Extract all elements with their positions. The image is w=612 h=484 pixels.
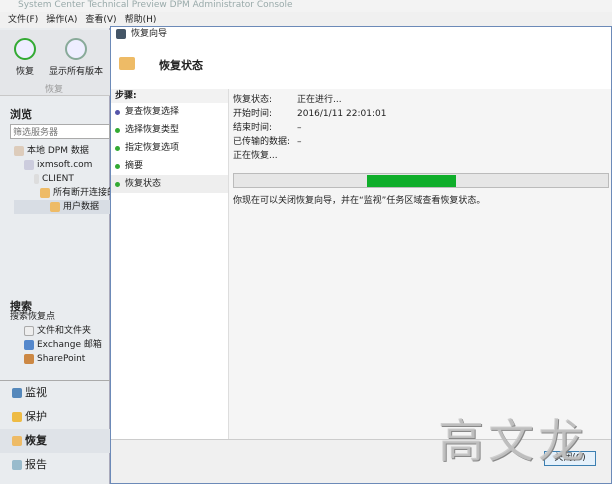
- field-label: 开始时间:: [233, 109, 273, 119]
- filter-servers-input[interactable]: [10, 124, 110, 139]
- nav-monitoring[interactable]: 监视: [0, 381, 110, 405]
- field-value: –: [297, 123, 302, 133]
- step-bullet-icon: [115, 128, 120, 133]
- exchange-icon: [24, 339, 34, 350]
- nav-reporting[interactable]: 报告: [0, 453, 110, 477]
- search-item-label: Exchange 邮箱: [37, 340, 102, 350]
- tree-item-selected[interactable]: 用户数据: [14, 200, 110, 214]
- step-bullet-icon: [115, 182, 120, 187]
- server-tree: 本地 DPM 数据 ixmsoft.com CLIENT 所有断开连接的 用户数…: [14, 144, 110, 214]
- show-all-versions-label: 显示所有版本: [48, 67, 103, 77]
- step-item: 选择恢复类型: [111, 121, 228, 139]
- field-label: 恢复状态:: [233, 95, 273, 105]
- nav-protection[interactable]: 保护: [0, 405, 110, 429]
- nav-recovery[interactable]: 恢复: [0, 429, 110, 453]
- recover-label: 恢复: [15, 67, 34, 77]
- folder-icon: [12, 436, 22, 446]
- report-icon: [12, 460, 22, 470]
- step-bullet-icon: [115, 146, 120, 151]
- steps-pane: 步骤: 复查恢复选择 选择恢复类型 指定恢复选项 摘要 恢复状态: [111, 89, 229, 469]
- folder-icon: [40, 187, 50, 198]
- tree-label: 本地 DPM 数据: [27, 146, 89, 156]
- steps-title: 步骤:: [111, 89, 228, 103]
- nav-label: 报告: [25, 458, 47, 471]
- lock-icon: [12, 412, 22, 422]
- dialog-title-text: 恢复向导: [131, 29, 168, 39]
- field-data-transferred: 已传输的数据: –: [233, 135, 603, 149]
- step-label: 摘要: [125, 161, 144, 171]
- ribbon-group-label: 恢复: [45, 85, 64, 95]
- window-title: System Center Technical Preview DPM Admi…: [0, 0, 612, 12]
- nav-label: 保护: [25, 410, 47, 423]
- server-icon: [14, 145, 24, 156]
- dialog-title: 恢复向导: [111, 27, 611, 41]
- field-value: 正在进行...: [297, 95, 342, 105]
- nav-label: 监视: [25, 386, 47, 399]
- recover-icon: [14, 38, 36, 60]
- field-value: 2016/1/11 22:01:01: [297, 109, 387, 119]
- field-status: 恢复状态: 正在进行...: [233, 93, 603, 107]
- tree-item[interactable]: 本地 DPM 数据: [14, 144, 110, 158]
- dpm-icon: [116, 29, 126, 39]
- file-icon: [24, 325, 34, 336]
- step-bullet-icon: [115, 110, 120, 115]
- computer-icon: [34, 173, 39, 184]
- ribbon: 恢复 显示所有版本 恢复: [0, 30, 110, 96]
- browse-title: 浏览: [10, 108, 32, 121]
- sharepoint-icon: [24, 353, 34, 364]
- show-all-versions-button[interactable]: 显示所有版本: [44, 38, 108, 77]
- search-sharepoint[interactable]: SharePoint: [10, 352, 102, 366]
- step-bullet-icon: [115, 164, 120, 169]
- search-item-label: SharePoint: [37, 354, 86, 364]
- step-item: 指定恢复选项: [111, 139, 228, 157]
- field-label: 结束时间:: [233, 123, 273, 133]
- domain-icon: [24, 159, 34, 170]
- tree-label: 所有断开连接的: [53, 188, 110, 198]
- monitor-icon: [12, 388, 22, 398]
- step-item: 复查恢复选择: [111, 103, 228, 121]
- search-root[interactable]: 搜索恢复点: [10, 310, 102, 324]
- folder-icon: [50, 201, 60, 212]
- watermark: 高文龙: [438, 414, 588, 468]
- tree-label: CLIENT: [42, 174, 74, 184]
- progress-label: 正在恢复...: [233, 151, 278, 161]
- search-files[interactable]: 文件和文件夹: [10, 324, 102, 338]
- tree-label: ixmsoft.com: [37, 160, 93, 170]
- progress-bar: [233, 173, 609, 188]
- progress-indicator: [367, 175, 456, 187]
- clock-icon: [65, 38, 87, 60]
- step-label: 指定恢复选项: [125, 143, 180, 153]
- tree-item[interactable]: 所有断开连接的: [14, 186, 110, 200]
- recovery-folder-icon: [119, 57, 135, 70]
- menu-action[interactable]: 操作(A): [46, 12, 77, 28]
- step-item-current: 恢复状态: [111, 175, 228, 193]
- step-item: 摘要: [111, 157, 228, 175]
- status-fields: 恢复状态: 正在进行... 开始时间: 2016/1/11 22:01:01 结束时…: [233, 93, 603, 163]
- field-label: 已传输的数据:: [233, 137, 291, 147]
- workspace-nav: 监视 保护 恢复 报告: [0, 380, 110, 477]
- search-item-label: 文件和文件夹: [37, 326, 92, 336]
- step-label: 恢复状态: [125, 179, 162, 189]
- tree-item[interactable]: CLIENT: [14, 172, 110, 186]
- nav-label: 恢复: [25, 434, 47, 447]
- recover-button[interactable]: 恢复: [8, 38, 42, 77]
- step-label: 复查恢复选择: [125, 107, 180, 117]
- search-exchange[interactable]: Exchange 邮箱: [10, 338, 102, 352]
- step-label: 选择恢复类型: [125, 125, 180, 135]
- menu-file[interactable]: 文件(F): [8, 12, 38, 28]
- progress-note: 你现在可以关闭恢复向导，并在“监视”任务区域查看恢复状态。: [233, 196, 486, 206]
- field-value: –: [297, 137, 302, 147]
- tree-label: 用户数据: [63, 202, 100, 212]
- field-end-time: 结束时间: –: [233, 121, 603, 135]
- field-start-time: 开始时间: 2016/1/11 22:01:01: [233, 107, 603, 121]
- tree-item[interactable]: ixmsoft.com: [14, 158, 110, 172]
- dialog-header: 恢复状态: [159, 59, 203, 72]
- search-tree: 搜索恢复点 文件和文件夹 Exchange 邮箱 SharePoint: [10, 310, 102, 366]
